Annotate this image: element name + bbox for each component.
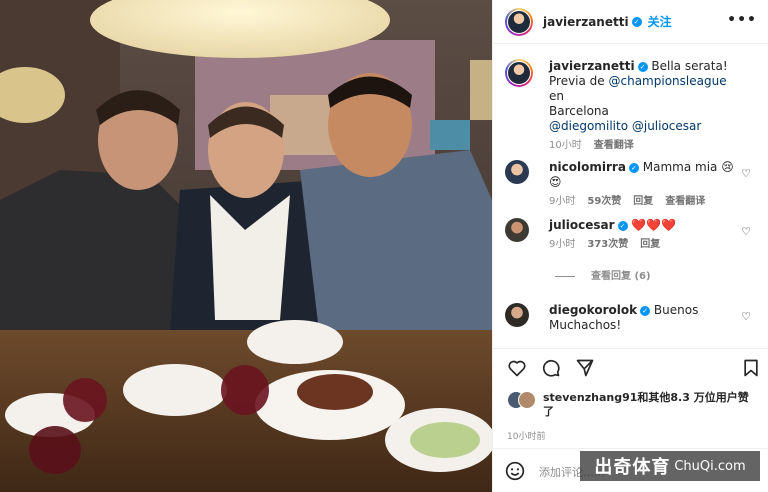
watermark-text-en: ChuQi.com: [674, 458, 746, 474]
save-bookmark-icon[interactable]: [741, 358, 761, 378]
comment-username[interactable]: nicolomirra: [549, 160, 626, 174]
caption-time: 10小时: [549, 140, 582, 151]
comment-time: 9小时: [549, 239, 576, 250]
comment: nicolomirra ✓ Mamma mia 😢😍 9小时 59次赞 回复 查看翻译 …: [505, 160, 757, 207]
post-caption: javierzanetti ✓ Bella serata! Previa de @…: [505, 59, 757, 151]
comment-likes[interactable]: 373次赞: [587, 239, 628, 250]
verified-badge-icon: ✓: [631, 16, 642, 27]
post-time: 10小时前: [507, 432, 546, 442]
comment: diegokorolok ✓ Buenos Muchachos! ♡: [505, 303, 757, 339]
verified-badge-icon: ✓: [637, 61, 648, 72]
likes-text[interactable]: stevenzhang91和其他8.3 万位用户赞了: [543, 391, 753, 419]
caption-text: Bella serata!: [651, 59, 728, 73]
emoji-smile-icon[interactable]: [505, 461, 525, 481]
comment-like-heart-icon[interactable]: ♡: [741, 166, 751, 181]
watermark-text-cn: 出奇体育: [594, 457, 671, 478]
comment-likes[interactable]: 59次赞: [587, 196, 621, 207]
comment-bubble-icon[interactable]: [541, 358, 561, 378]
verified-badge-icon: ✓: [617, 220, 628, 231]
comment-time: 9小时: [549, 196, 576, 207]
site-watermark-logo: 出奇体育 ChuQi.com: [580, 451, 760, 481]
see-translation-link[interactable]: 查看翻译: [594, 140, 634, 151]
post-sidebar: javierzanetti ✓ 关注 ••• javierzanetti ✓ Be…: [492, 0, 768, 492]
liker-avatars: [507, 391, 541, 409]
more-options-icon[interactable]: •••: [727, 12, 757, 28]
author-username[interactable]: javierzanetti: [543, 15, 629, 29]
commenter-avatar[interactable]: [505, 303, 529, 327]
caption-author[interactable]: javierzanetti: [549, 59, 635, 73]
comment-username[interactable]: juliocesar: [549, 218, 615, 232]
post-header: javierzanetti ✓ 关注 •••: [493, 0, 768, 44]
view-replies-label[interactable]: 查看回复 (6): [591, 269, 651, 284]
comment-like-heart-icon[interactable]: ♡: [741, 224, 751, 239]
comment-text: Mamma mia: [642, 160, 718, 174]
caption-line: en: [549, 89, 564, 103]
reply-button[interactable]: 回复: [640, 239, 660, 250]
mention-link[interactable]: @championsleague: [609, 74, 727, 88]
mention-link[interactable]: @diegomilito: [549, 119, 628, 133]
author-avatar[interactable]: [505, 7, 533, 36]
post-actions: [493, 348, 768, 384]
comment-like-heart-icon[interactable]: ♡: [741, 309, 751, 324]
verified-badge-icon: ✓: [628, 162, 639, 173]
post-photo[interactable]: [0, 0, 492, 492]
comment-username[interactable]: diegokorolok: [549, 303, 637, 317]
liker-avatar: [518, 391, 536, 409]
mention-link[interactable]: @juliocesar: [632, 119, 701, 133]
restaurant-photo-image: [0, 0, 492, 492]
see-translation-link[interactable]: 查看翻译: [665, 196, 705, 207]
caption-line: Barcelona: [549, 104, 609, 118]
caption-author-avatar[interactable]: [505, 59, 533, 87]
view-replies[interactable]: 查看回复 (6): [505, 269, 757, 285]
verified-badge-icon: ✓: [640, 305, 651, 316]
commenter-avatar[interactable]: [505, 218, 529, 242]
share-send-icon[interactable]: [575, 358, 595, 378]
commenter-avatar[interactable]: [505, 160, 529, 184]
comment: juliocesar ✓ ❤️❤️❤️ 9小时 373次赞 回复 ♡: [505, 218, 757, 258]
reply-button[interactable]: 回复: [633, 196, 653, 207]
like-heart-icon[interactable]: [507, 358, 527, 378]
caption-line: Previa de: [549, 74, 609, 88]
replies-divider: [555, 276, 575, 277]
follow-button[interactable]: 关注: [648, 13, 672, 30]
comment-emoji: ❤️❤️❤️: [631, 218, 677, 232]
